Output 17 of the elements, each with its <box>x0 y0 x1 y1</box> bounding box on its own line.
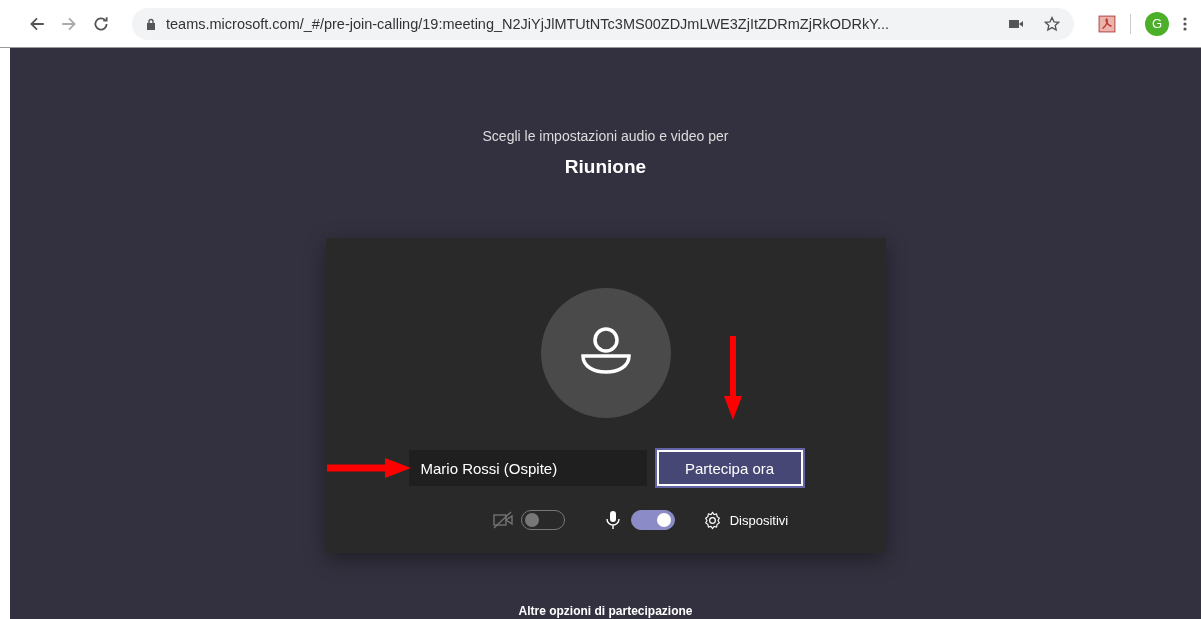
pdf-extension-icon[interactable] <box>1098 14 1116 33</box>
more-options-link[interactable]: Altre opzioni di partecipazione <box>518 604 693 619</box>
user-avatar-icon <box>540 288 671 418</box>
lock-icon <box>146 17 156 30</box>
camera-off-icon <box>492 510 513 530</box>
reload-icon[interactable] <box>92 14 110 33</box>
address-bar[interactable]: teams.microsoft.com/_#/pre-join-calling/19:meeting_N2JiYjJlMTUtNTc3MS00ZDJmLWE3ZjItZDRmZjRkODRkY... <box>132 7 1074 40</box>
devices-button[interactable]: Dispositivi <box>702 510 789 530</box>
join-now-button[interactable]: Partecipa ora <box>656 450 803 486</box>
meeting-title: Riunione <box>564 156 647 178</box>
menu-icon[interactable] <box>1183 15 1187 32</box>
heading-subtitle: Scegli le impostazioni audio e video per <box>482 128 729 144</box>
star-icon[interactable] <box>1044 15 1060 32</box>
url-text: teams.microsoft.com/_#/pre-join-calling/19:meeting_N2JiYjJlMTUtNTc3MS00ZDJmLWE3ZjItZDRmZjRkODRkY... <box>166 15 891 32</box>
name-input-field[interactable]: Mario Rossi (Ospite) <box>408 450 647 486</box>
microphone-toggle[interactable] <box>630 510 675 530</box>
settings-icon <box>702 510 722 530</box>
